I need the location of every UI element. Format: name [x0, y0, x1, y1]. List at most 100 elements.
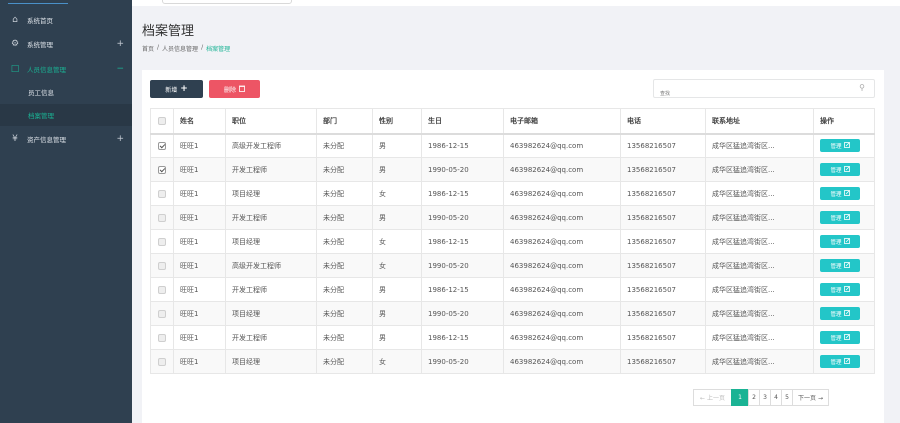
- cell-address: 成华区猛追湾街区...: [705, 133, 814, 158]
- cell-gender: 男: [372, 205, 422, 230]
- row-checkbox[interactable]: [158, 261, 166, 270]
- edit-icon: [843, 285, 850, 294]
- row-checkbox[interactable]: [158, 213, 166, 222]
- row-checkbox[interactable]: [158, 141, 166, 150]
- sidebar-subitem-archives[interactable]: 档案管理: [0, 104, 132, 126]
- cell-address: 成华区猛追湾街区...: [705, 349, 814, 374]
- search-input[interactable]: [660, 85, 850, 103]
- cell-address: 成华区猛追湾街区...: [705, 229, 814, 254]
- manage-button[interactable]: 管理: [820, 211, 860, 224]
- cell-address: 成华区猛追湾街区...: [705, 205, 814, 230]
- row-checkbox[interactable]: [158, 333, 166, 342]
- manage-button[interactable]: 管理: [820, 355, 860, 368]
- row-checkbox-cell[interactable]: [150, 349, 174, 374]
- cell-dept: 未分配: [316, 205, 373, 230]
- manage-button[interactable]: 管理: [820, 139, 860, 153]
- manage-button[interactable]: 管理: [820, 283, 860, 296]
- cell-phone: 13568216507: [620, 301, 706, 326]
- sidebar: ⌂ 系统首页 ⚙ 系统管理 + □ 人员信息管理 − 员工信息 档案管理 ¥ 资…: [0, 0, 132, 423]
- delete-button[interactable]: 删除: [209, 80, 260, 98]
- cell-birthday: 1990-05-20: [421, 157, 504, 182]
- table-header-row: 姓名 职位 部门 性别 生日 电子邮箱 电话 联系地址 操作: [150, 108, 875, 135]
- cell-email: 463982624@qq.com: [503, 277, 621, 302]
- row-checkbox[interactable]: [158, 309, 166, 318]
- row-checkbox-cell[interactable]: [150, 325, 174, 350]
- edit-icon: [843, 213, 850, 222]
- row-checkbox-cell[interactable]: [150, 253, 174, 278]
- add-button[interactable]: 新增 +: [150, 80, 203, 98]
- row-checkbox-cell[interactable]: [150, 205, 174, 230]
- cell-address: 成华区猛追湾街区...: [705, 157, 814, 182]
- cell-email: 463982624@qq.com: [503, 325, 621, 350]
- sidebar-subitem-employees[interactable]: 员工信息: [0, 81, 132, 103]
- column-header-name: 姓名: [173, 108, 226, 135]
- cell-email: 463982624@qq.com: [503, 301, 621, 326]
- row-checkbox-cell[interactable]: [150, 133, 174, 158]
- row-checkbox-cell[interactable]: [150, 277, 174, 302]
- cell-phone: 13568216507: [620, 277, 706, 302]
- column-header-position: 职位: [225, 108, 317, 135]
- manage-button[interactable]: 管理: [820, 235, 860, 248]
- cell-phone: 13568216507: [620, 349, 706, 374]
- search-field[interactable]: ⚲: [653, 79, 875, 103]
- cell-name: 旺旺1: [173, 205, 226, 230]
- next-page-button[interactable]: 下一页 →: [792, 389, 829, 406]
- cell-address: 成华区猛追湾街区...: [705, 301, 814, 326]
- breadcrumb: 首页 / 人员信息管理 / 档案管理: [142, 44, 230, 53]
- cell-birthday: 1990-05-20: [421, 349, 504, 374]
- cell-actions: 管理: [813, 349, 875, 374]
- cell-birthday: 1986-12-15: [421, 229, 504, 254]
- sidebar-item-personnel[interactable]: □ 人员信息管理 −: [0, 57, 132, 81]
- sidebar-item-system[interactable]: ⚙ 系统管理 +: [0, 32, 132, 56]
- manage-button-label: 管理: [830, 263, 842, 270]
- page-button-1[interactable]: 1: [731, 389, 749, 406]
- row-checkbox-cell[interactable]: [150, 181, 174, 206]
- top-search-input[interactable]: [162, 0, 292, 4]
- top-bar: [132, 0, 900, 6]
- cell-name: 旺旺1: [173, 229, 226, 254]
- row-checkbox-cell[interactable]: [150, 229, 174, 254]
- sidebar-item-label: 系统管理: [27, 41, 53, 49]
- cell-phone: 13568216507: [620, 205, 706, 230]
- cell-name: 旺旺1: [173, 133, 226, 158]
- page-title: 档案管理: [142, 24, 195, 39]
- manage-button[interactable]: 管理: [820, 259, 860, 272]
- prev-page-button[interactable]: ← 上一页: [693, 389, 732, 406]
- manage-button[interactable]: 管理: [820, 331, 860, 344]
- cell-email: 463982624@qq.com: [503, 229, 621, 254]
- cell-birthday: 1986-12-15: [421, 181, 504, 206]
- manage-button[interactable]: 管理: [820, 187, 860, 200]
- breadcrumb-home[interactable]: 首页: [142, 44, 154, 53]
- cell-position: 项目经理: [225, 229, 317, 254]
- cell-position: 高级开发工程师: [225, 253, 317, 278]
- cell-position: 项目经理: [225, 349, 317, 374]
- manage-button[interactable]: 管理: [820, 163, 860, 176]
- breadcrumb-separator: /: [157, 44, 160, 51]
- row-checkbox[interactable]: [158, 189, 166, 198]
- cell-position: 开发工程师: [225, 325, 317, 350]
- manage-button[interactable]: 管理: [820, 307, 860, 320]
- breadcrumb-personnel[interactable]: 人员信息管理: [162, 44, 198, 53]
- row-checkbox[interactable]: [158, 237, 166, 246]
- cell-name: 旺旺1: [173, 301, 226, 326]
- manage-button-label: 管理: [830, 191, 842, 198]
- table-row: 旺旺1 项目经理 未分配女 1986-12-15 463982624@qq.com 135…: [150, 181, 875, 206]
- sidebar-item-assets[interactable]: ¥ 资产信息管理 +: [0, 127, 132, 151]
- column-header-dept: 部门: [316, 108, 373, 135]
- select-all-checkbox-cell[interactable]: [150, 108, 174, 135]
- cell-dept: 未分配: [316, 277, 373, 302]
- edit-icon: [843, 189, 850, 198]
- row-checkbox-cell[interactable]: [150, 157, 174, 182]
- search-icon[interactable]: ⚲: [859, 83, 865, 92]
- edit-icon: [843, 237, 850, 246]
- row-checkbox-cell[interactable]: [150, 301, 174, 326]
- table-row: 旺旺1 开发工程师 未分配男 1990-05-20 463982624@qq.com 13…: [150, 205, 875, 230]
- row-checkbox[interactable]: [158, 165, 166, 174]
- row-checkbox[interactable]: [158, 285, 166, 294]
- cell-gender: 男: [372, 325, 422, 350]
- select-all-checkbox[interactable]: [158, 116, 166, 125]
- cell-position: 高级开发工程师: [225, 133, 317, 158]
- cell-dept: 未分配: [316, 349, 373, 374]
- row-checkbox[interactable]: [158, 357, 166, 366]
- sidebar-item-home[interactable]: ⌂ 系统首页: [0, 8, 132, 32]
